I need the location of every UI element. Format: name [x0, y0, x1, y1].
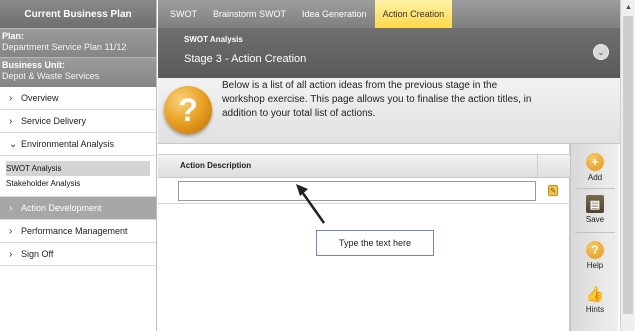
chevron-right-icon: ›	[9, 202, 13, 214]
subnav-item-swot-analysis[interactable]: SWOT Analysis	[6, 161, 150, 176]
sidebar: Current Business Plan Plan: Department S…	[0, 0, 157, 331]
scrollbar-thumb[interactable]	[623, 16, 633, 314]
sidebar-item-performance-management[interactable]: › Performance Management	[0, 220, 156, 243]
sidebar-title: Current Business Plan	[0, 0, 156, 28]
sidebar-item-service-delivery[interactable]: › Service Delivery	[0, 110, 156, 133]
chevron-right-icon: ›	[9, 115, 13, 127]
help-label: Help	[586, 261, 604, 270]
sidebar-item-environmental-analysis[interactable]: ⌄ Environmental Analysis	[0, 133, 156, 156]
help-button[interactable]: ? Help	[571, 236, 619, 276]
sidebar-item-label: Service Delivery	[21, 116, 87, 126]
sidebar-item-label: Overview	[21, 93, 59, 103]
business-unit-info: Business Unit: Depot & Waste Services	[0, 57, 156, 87]
sidebar-item-label: Sign Off	[21, 249, 54, 259]
hints-button[interactable]: 👍 Hints	[571, 280, 619, 320]
plan-label: Plan:	[2, 31, 25, 41]
chevron-down-icon: ⌄	[9, 138, 18, 150]
chevron-right-icon: ›	[9, 92, 13, 104]
save-button[interactable]: ▤ Save	[571, 190, 619, 230]
add-button[interactable]: + Add	[571, 148, 619, 188]
collapse-button[interactable]: ⌄	[593, 44, 609, 60]
sidebar-item-action-development[interactable]: › Action Development	[0, 197, 156, 220]
tab-swot[interactable]: SWOT	[162, 0, 205, 28]
add-label: Add	[587, 173, 603, 182]
app-window: Current Business Plan Plan: Department S…	[0, 0, 635, 331]
table-row: ✎	[158, 178, 570, 204]
chevron-right-icon: ›	[9, 225, 13, 237]
column-divider	[537, 155, 538, 179]
subnav-item-stakeholder-analysis[interactable]: Stakeholder Analysis	[6, 176, 156, 191]
stage-section-title: SWOT Analysis	[184, 35, 243, 44]
question-icon: ?	[586, 241, 604, 259]
grid-header: Action Description	[158, 154, 570, 179]
save-label: Save	[585, 215, 605, 224]
scroll-up-icon[interactable]: ▲	[621, 0, 635, 14]
question-icon: ?	[164, 86, 212, 134]
annotation-arrow	[296, 184, 326, 224]
plus-circle-icon: +	[586, 153, 604, 171]
chevron-right-icon: ›	[9, 248, 13, 260]
chevron-down-icon: ⌄	[597, 46, 605, 57]
sidebar-item-overview[interactable]: › Overview	[0, 87, 156, 110]
help-panel: ? Below is a list of all action ideas fr…	[158, 78, 620, 144]
annotation-callout: Type the text here	[316, 230, 434, 256]
tab-idea-generation[interactable]: Idea Generation	[294, 0, 375, 28]
business-unit-value: Depot & Waste Services	[2, 71, 100, 81]
hints-label: Hints	[585, 305, 605, 314]
sidebar-item-label: Action Development	[21, 203, 102, 213]
stage-header: SWOT Analysis Stage 3 - Action Creation …	[158, 28, 620, 78]
plan-value: Department Service Plan 11/12	[2, 42, 127, 52]
toolbar-divider	[575, 232, 615, 233]
thumbs-up-icon: 👍	[585, 286, 605, 303]
sidebar-item-sign-off[interactable]: › Sign Off	[0, 243, 156, 266]
action-description-input[interactable]	[178, 181, 536, 201]
sidebar-item-label: Performance Management	[21, 226, 128, 236]
floppy-disk-icon: ▤	[586, 195, 604, 213]
column-header-action-description: Action Description	[180, 161, 252, 170]
edit-icon[interactable]: ✎	[548, 185, 558, 196]
help-text: Below is a list of all action ideas from…	[222, 80, 532, 119]
sidebar-item-label: Environmental Analysis	[21, 139, 115, 149]
page-title: Stage 3 - Action Creation	[184, 53, 307, 65]
stage-tabs: SWOT Brainstorm SWOT Idea Generation Act…	[158, 0, 620, 28]
tab-brainstorm-swot[interactable]: Brainstorm SWOT	[205, 0, 294, 28]
vertical-scrollbar[interactable]: ▲	[620, 0, 635, 331]
environmental-analysis-subnav: SWOT Analysis Stakeholder Analysis	[0, 156, 156, 197]
business-unit-label: Business Unit:	[2, 60, 66, 70]
action-toolbar: + Add ▤ Save ? Help 👍 Hints	[570, 144, 618, 331]
sidebar-nav: › Overview › Service Delivery ⌄ Environm…	[0, 87, 156, 266]
tab-action-creation[interactable]: Action Creation	[374, 0, 453, 28]
toolbar-divider	[575, 188, 615, 189]
plan-info: Plan: Department Service Plan 11/12	[0, 28, 156, 57]
